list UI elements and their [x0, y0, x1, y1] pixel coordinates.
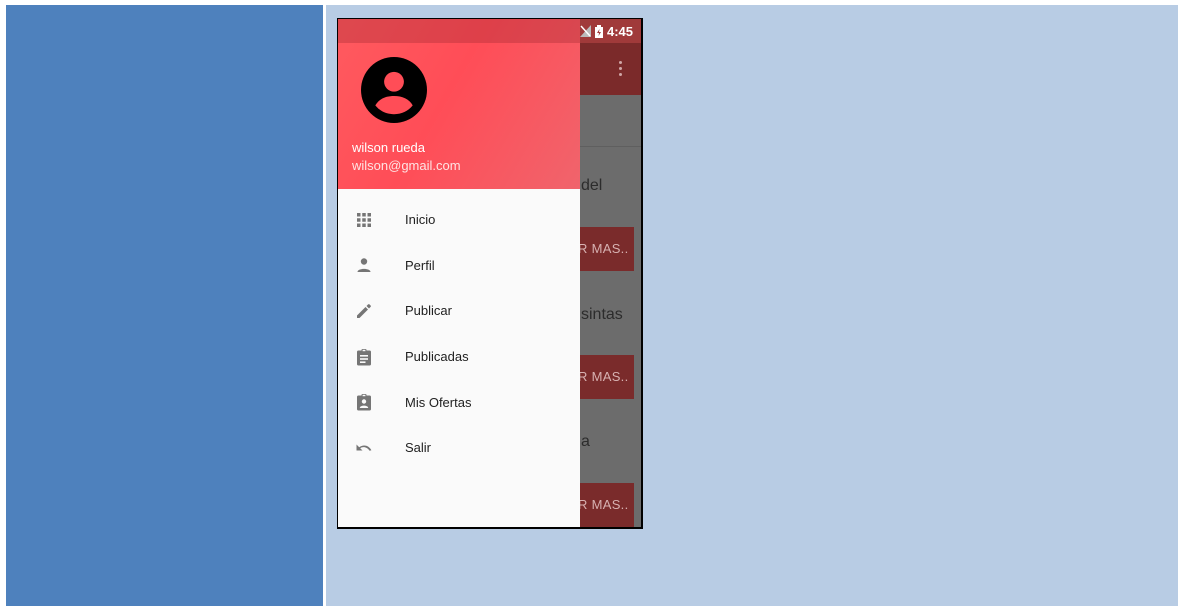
battery-charging-icon: [594, 24, 603, 38]
phone-screen: del R MAS.. sintas R MAS.. a R MAS.. 4:4…: [338, 19, 641, 527]
menu-item-mis-ofertas[interactable]: Mis Ofertas: [338, 379, 580, 425]
background-text: del: [581, 177, 603, 194]
background-text: a: [581, 433, 590, 450]
pencil-icon: [354, 301, 374, 321]
menu-item-label: Perfil: [405, 257, 435, 273]
user-email: wilson@gmail.com: [352, 158, 461, 173]
menu-item-perfil[interactable]: Perfil: [338, 243, 580, 289]
drawer-status-overlay: [338, 19, 580, 43]
menu-item-label: Mis Ofertas: [405, 394, 472, 410]
account-circle-icon[interactable]: [361, 57, 427, 123]
apps-grid-icon: [354, 210, 374, 230]
background-text: sintas: [581, 306, 623, 323]
person-icon: [354, 255, 374, 275]
drawer-header: wilson rueda wilson@gmail.com: [338, 19, 580, 189]
read-more-button[interactable]: R MAS..: [574, 483, 634, 527]
menu-item-label: Inicio: [405, 212, 436, 228]
clipboard-icon: [354, 347, 374, 367]
menu-item-publicar[interactable]: Publicar: [338, 288, 580, 334]
drawer-menu: Inicio Perfil Publicar Publicadas Mis Of…: [338, 197, 580, 471]
menu-item-label: Salir: [405, 440, 432, 456]
status-time: 4:45: [606, 23, 633, 39]
undo-icon: [354, 438, 374, 458]
menu-item-publicadas[interactable]: Publicadas: [338, 334, 580, 380]
assignment-ind-icon: [354, 392, 374, 412]
menu-item-label: Publicadas: [405, 349, 469, 365]
no-signal-icon: [579, 25, 591, 37]
left-panel: [6, 5, 323, 606]
read-more-button[interactable]: R MAS..: [574, 355, 634, 399]
read-more-button[interactable]: R MAS..: [574, 227, 634, 271]
menu-item-label: Publicar: [405, 303, 452, 319]
menu-item-salir[interactable]: Salir: [338, 425, 580, 471]
navigation-drawer: wilson rueda wilson@gmail.com Inicio Per…: [338, 19, 580, 527]
phone-frame: del R MAS.. sintas R MAS.. a R MAS.. 4:4…: [337, 18, 643, 529]
menu-item-inicio[interactable]: Inicio: [338, 197, 580, 243]
user-name: wilson rueda: [352, 140, 425, 155]
overflow-menu-icon[interactable]: [619, 61, 623, 77]
